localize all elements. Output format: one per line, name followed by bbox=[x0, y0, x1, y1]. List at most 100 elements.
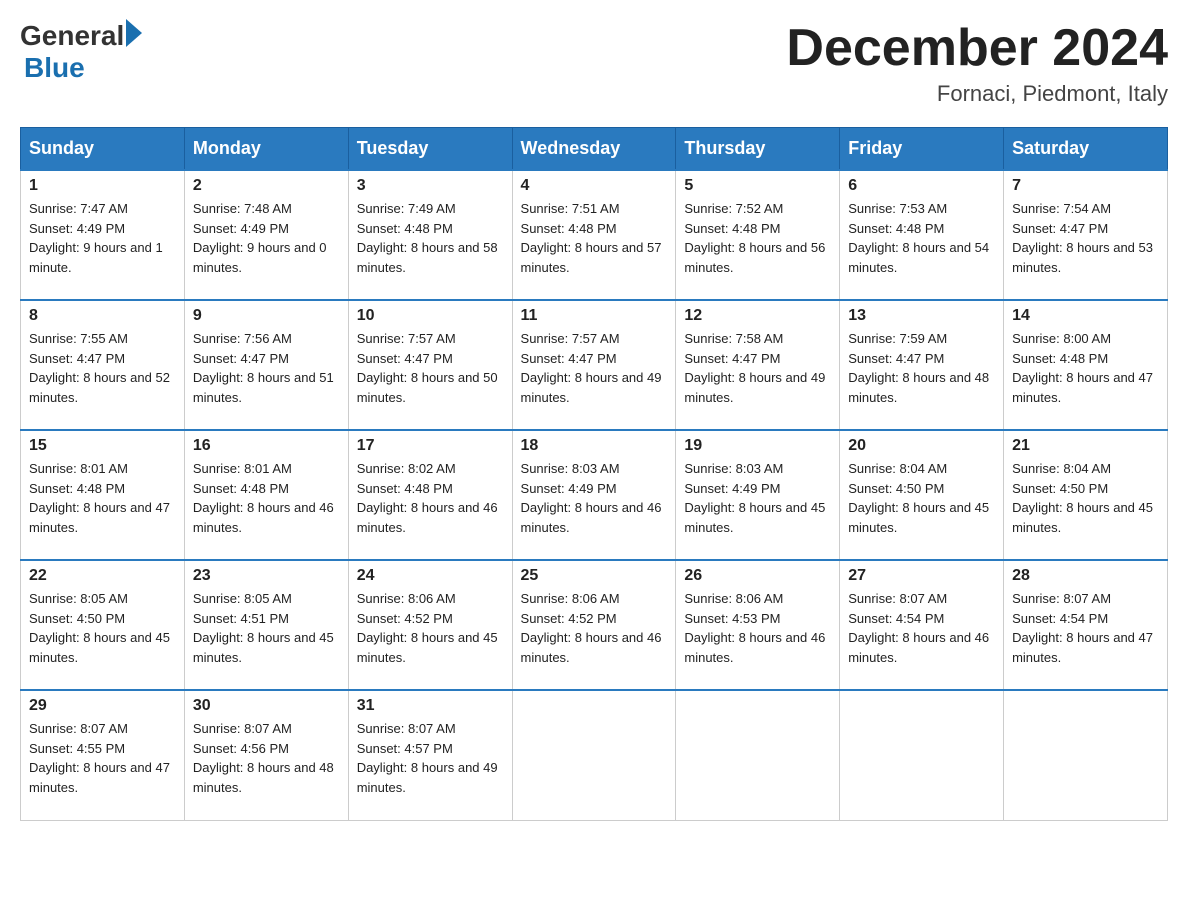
calendar-cell: 16 Sunrise: 8:01 AM Sunset: 4:48 PM Dayl… bbox=[184, 430, 348, 560]
day-info: Sunrise: 7:59 AM Sunset: 4:47 PM Dayligh… bbox=[848, 329, 995, 407]
day-number: 27 bbox=[848, 567, 995, 585]
calendar-cell: 24 Sunrise: 8:06 AM Sunset: 4:52 PM Dayl… bbox=[348, 560, 512, 690]
calendar-cell: 3 Sunrise: 7:49 AM Sunset: 4:48 PM Dayli… bbox=[348, 170, 512, 300]
calendar-cell: 12 Sunrise: 7:58 AM Sunset: 4:47 PM Dayl… bbox=[676, 300, 840, 430]
calendar-cell: 20 Sunrise: 8:04 AM Sunset: 4:50 PM Dayl… bbox=[840, 430, 1004, 560]
day-number: 3 bbox=[357, 177, 504, 195]
calendar-cell: 29 Sunrise: 8:07 AM Sunset: 4:55 PM Dayl… bbox=[21, 690, 185, 820]
day-number: 25 bbox=[521, 567, 668, 585]
calendar-title: December 2024 bbox=[786, 20, 1168, 77]
calendar-cell: 7 Sunrise: 7:54 AM Sunset: 4:47 PM Dayli… bbox=[1004, 170, 1168, 300]
day-info: Sunrise: 7:57 AM Sunset: 4:47 PM Dayligh… bbox=[521, 329, 668, 407]
col-saturday: Saturday bbox=[1004, 128, 1168, 171]
day-number: 20 bbox=[848, 437, 995, 455]
day-info: Sunrise: 8:07 AM Sunset: 4:54 PM Dayligh… bbox=[1012, 589, 1159, 667]
day-info: Sunrise: 7:51 AM Sunset: 4:48 PM Dayligh… bbox=[521, 199, 668, 277]
day-info: Sunrise: 7:48 AM Sunset: 4:49 PM Dayligh… bbox=[193, 199, 340, 277]
day-number: 10 bbox=[357, 307, 504, 325]
logo-arrow-icon bbox=[126, 19, 142, 47]
day-number: 26 bbox=[684, 567, 831, 585]
calendar-cell bbox=[512, 690, 676, 820]
day-info: Sunrise: 7:57 AM Sunset: 4:47 PM Dayligh… bbox=[357, 329, 504, 407]
day-info: Sunrise: 7:54 AM Sunset: 4:47 PM Dayligh… bbox=[1012, 199, 1159, 277]
day-info: Sunrise: 7:49 AM Sunset: 4:48 PM Dayligh… bbox=[357, 199, 504, 277]
calendar-cell: 6 Sunrise: 7:53 AM Sunset: 4:48 PM Dayli… bbox=[840, 170, 1004, 300]
day-info: Sunrise: 8:05 AM Sunset: 4:51 PM Dayligh… bbox=[193, 589, 340, 667]
day-number: 12 bbox=[684, 307, 831, 325]
calendar-cell: 4 Sunrise: 7:51 AM Sunset: 4:48 PM Dayli… bbox=[512, 170, 676, 300]
day-number: 17 bbox=[357, 437, 504, 455]
day-number: 15 bbox=[29, 437, 176, 455]
day-info: Sunrise: 8:06 AM Sunset: 4:52 PM Dayligh… bbox=[521, 589, 668, 667]
calendar-cell: 17 Sunrise: 8:02 AM Sunset: 4:48 PM Dayl… bbox=[348, 430, 512, 560]
calendar-cell bbox=[676, 690, 840, 820]
day-info: Sunrise: 8:06 AM Sunset: 4:53 PM Dayligh… bbox=[684, 589, 831, 667]
col-friday: Friday bbox=[840, 128, 1004, 171]
calendar-cell: 30 Sunrise: 8:07 AM Sunset: 4:56 PM Dayl… bbox=[184, 690, 348, 820]
day-number: 14 bbox=[1012, 307, 1159, 325]
calendar-cell: 11 Sunrise: 7:57 AM Sunset: 4:47 PM Dayl… bbox=[512, 300, 676, 430]
header-row: Sunday Monday Tuesday Wednesday Thursday… bbox=[21, 128, 1168, 171]
calendar-cell: 15 Sunrise: 8:01 AM Sunset: 4:48 PM Dayl… bbox=[21, 430, 185, 560]
title-section: December 2024 Fornaci, Piedmont, Italy bbox=[786, 20, 1168, 107]
calendar-cell: 31 Sunrise: 8:07 AM Sunset: 4:57 PM Dayl… bbox=[348, 690, 512, 820]
day-info: Sunrise: 7:56 AM Sunset: 4:47 PM Dayligh… bbox=[193, 329, 340, 407]
calendar-cell: 21 Sunrise: 8:04 AM Sunset: 4:50 PM Dayl… bbox=[1004, 430, 1168, 560]
day-info: Sunrise: 7:53 AM Sunset: 4:48 PM Dayligh… bbox=[848, 199, 995, 277]
day-info: Sunrise: 8:07 AM Sunset: 4:55 PM Dayligh… bbox=[29, 719, 176, 797]
day-info: Sunrise: 8:06 AM Sunset: 4:52 PM Dayligh… bbox=[357, 589, 504, 667]
day-info: Sunrise: 8:07 AM Sunset: 4:56 PM Dayligh… bbox=[193, 719, 340, 797]
calendar-week-4: 22 Sunrise: 8:05 AM Sunset: 4:50 PM Dayl… bbox=[21, 560, 1168, 690]
calendar-header: Sunday Monday Tuesday Wednesday Thursday… bbox=[21, 128, 1168, 171]
day-info: Sunrise: 8:04 AM Sunset: 4:50 PM Dayligh… bbox=[1012, 459, 1159, 537]
day-number: 18 bbox=[521, 437, 668, 455]
day-number: 2 bbox=[193, 177, 340, 195]
calendar-cell: 23 Sunrise: 8:05 AM Sunset: 4:51 PM Dayl… bbox=[184, 560, 348, 690]
day-number: 4 bbox=[521, 177, 668, 195]
day-number: 31 bbox=[357, 697, 504, 715]
logo: General Blue bbox=[20, 20, 142, 84]
calendar-cell: 13 Sunrise: 7:59 AM Sunset: 4:47 PM Dayl… bbox=[840, 300, 1004, 430]
page-header: General Blue December 2024 Fornaci, Pied… bbox=[20, 20, 1168, 107]
calendar-body: 1 Sunrise: 7:47 AM Sunset: 4:49 PM Dayli… bbox=[21, 170, 1168, 820]
day-number: 5 bbox=[684, 177, 831, 195]
calendar-cell: 25 Sunrise: 8:06 AM Sunset: 4:52 PM Dayl… bbox=[512, 560, 676, 690]
logo-blue: Blue bbox=[24, 52, 85, 84]
day-number: 11 bbox=[521, 307, 668, 325]
calendar-week-3: 15 Sunrise: 8:01 AM Sunset: 4:48 PM Dayl… bbox=[21, 430, 1168, 560]
day-info: Sunrise: 8:03 AM Sunset: 4:49 PM Dayligh… bbox=[684, 459, 831, 537]
day-info: Sunrise: 7:58 AM Sunset: 4:47 PM Dayligh… bbox=[684, 329, 831, 407]
day-info: Sunrise: 8:07 AM Sunset: 4:54 PM Dayligh… bbox=[848, 589, 995, 667]
calendar-cell bbox=[1004, 690, 1168, 820]
day-info: Sunrise: 8:02 AM Sunset: 4:48 PM Dayligh… bbox=[357, 459, 504, 537]
day-info: Sunrise: 8:01 AM Sunset: 4:48 PM Dayligh… bbox=[29, 459, 176, 537]
calendar-cell: 19 Sunrise: 8:03 AM Sunset: 4:49 PM Dayl… bbox=[676, 430, 840, 560]
calendar-cell: 8 Sunrise: 7:55 AM Sunset: 4:47 PM Dayli… bbox=[21, 300, 185, 430]
day-number: 22 bbox=[29, 567, 176, 585]
col-sunday: Sunday bbox=[21, 128, 185, 171]
day-info: Sunrise: 8:07 AM Sunset: 4:57 PM Dayligh… bbox=[357, 719, 504, 797]
calendar-cell: 18 Sunrise: 8:03 AM Sunset: 4:49 PM Dayl… bbox=[512, 430, 676, 560]
day-info: Sunrise: 8:03 AM Sunset: 4:49 PM Dayligh… bbox=[521, 459, 668, 537]
calendar-cell: 2 Sunrise: 7:48 AM Sunset: 4:49 PM Dayli… bbox=[184, 170, 348, 300]
calendar-cell: 28 Sunrise: 8:07 AM Sunset: 4:54 PM Dayl… bbox=[1004, 560, 1168, 690]
calendar-cell: 22 Sunrise: 8:05 AM Sunset: 4:50 PM Dayl… bbox=[21, 560, 185, 690]
day-number: 21 bbox=[1012, 437, 1159, 455]
day-info: Sunrise: 8:04 AM Sunset: 4:50 PM Dayligh… bbox=[848, 459, 995, 537]
day-number: 7 bbox=[1012, 177, 1159, 195]
calendar-cell: 9 Sunrise: 7:56 AM Sunset: 4:47 PM Dayli… bbox=[184, 300, 348, 430]
day-number: 8 bbox=[29, 307, 176, 325]
day-number: 13 bbox=[848, 307, 995, 325]
calendar-cell bbox=[840, 690, 1004, 820]
calendar-week-1: 1 Sunrise: 7:47 AM Sunset: 4:49 PM Dayli… bbox=[21, 170, 1168, 300]
calendar-week-5: 29 Sunrise: 8:07 AM Sunset: 4:55 PM Dayl… bbox=[21, 690, 1168, 820]
day-number: 29 bbox=[29, 697, 176, 715]
day-number: 9 bbox=[193, 307, 340, 325]
calendar-cell: 14 Sunrise: 8:00 AM Sunset: 4:48 PM Dayl… bbox=[1004, 300, 1168, 430]
calendar-table: Sunday Monday Tuesday Wednesday Thursday… bbox=[20, 127, 1168, 821]
day-number: 19 bbox=[684, 437, 831, 455]
calendar-cell: 5 Sunrise: 7:52 AM Sunset: 4:48 PM Dayli… bbox=[676, 170, 840, 300]
day-number: 30 bbox=[193, 697, 340, 715]
calendar-cell: 26 Sunrise: 8:06 AM Sunset: 4:53 PM Dayl… bbox=[676, 560, 840, 690]
day-info: Sunrise: 8:01 AM Sunset: 4:48 PM Dayligh… bbox=[193, 459, 340, 537]
